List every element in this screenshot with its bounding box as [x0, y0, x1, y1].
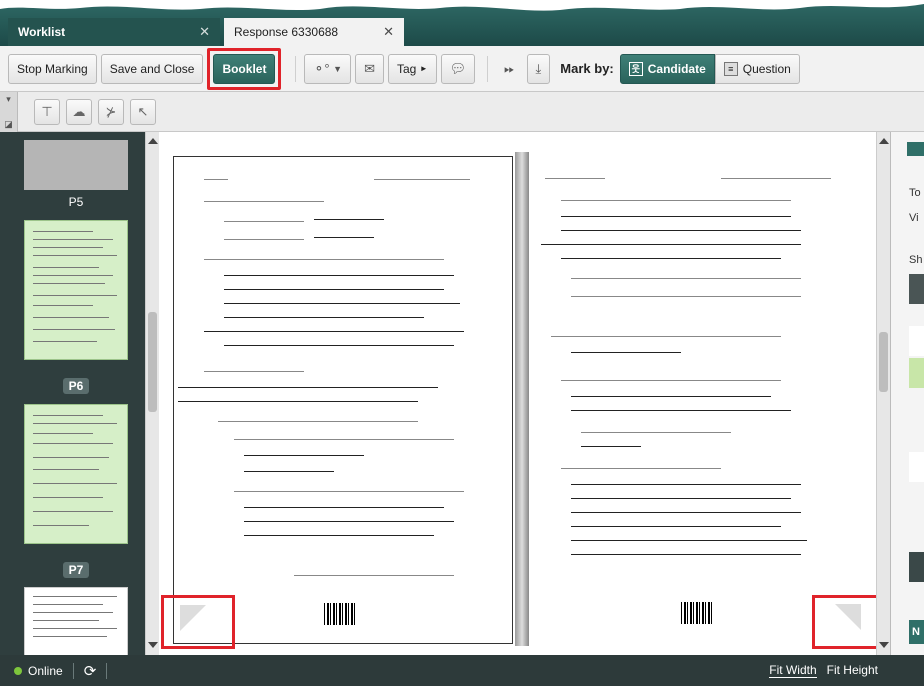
separator [487, 55, 489, 82]
fit-height-button[interactable]: Fit Height [827, 663, 878, 678]
annotation-toolbar: ▾ ◪ ⊤ ☁ ⊁ ↖ [0, 91, 924, 132]
workflow-icon: ⚬° [313, 60, 330, 76]
online-status: Online [28, 663, 63, 678]
thumbnail-label: P7 [24, 562, 128, 578]
fast-forward-icon: ⏩︎ [504, 60, 515, 76]
workflow-menu-button[interactable]: ⚬° ▼ [304, 53, 352, 84]
stop-marking-button[interactable]: Stop Marking [8, 53, 97, 84]
panel-row[interactable] [909, 452, 924, 482]
panel-row[interactable] [909, 358, 924, 388]
previous-page-highlight[interactable] [161, 595, 235, 649]
booklet-highlight: Booklet [207, 47, 282, 90]
pin-icon: ▾ [6, 93, 11, 104]
panel-row [909, 552, 924, 582]
barcode [324, 603, 356, 625]
caret-right-icon: ► [419, 64, 428, 73]
tag-button[interactable]: Tag ► [388, 53, 437, 84]
viewer-scrollbar[interactable] [876, 132, 890, 655]
expand-icon: ◪ [4, 118, 13, 129]
tab-label: Worklist [18, 25, 66, 39]
close-icon[interactable]: ✕ [383, 24, 394, 40]
booklet-viewer[interactable] [159, 132, 876, 655]
decorative-wave [0, 0, 924, 11]
tag-label: Tag [397, 61, 417, 76]
thumbnail-p8[interactable] [24, 587, 128, 655]
thumbnail-p5[interactable] [24, 140, 128, 190]
pointer-icon: ↖ [137, 103, 149, 119]
scroll-down-icon[interactable] [879, 642, 889, 648]
refresh-icon[interactable]: ⟳ [84, 662, 97, 680]
save-and-close-button[interactable]: Save and Close [100, 53, 204, 84]
thumbnail-label: P6 [24, 378, 128, 394]
next-page-highlight[interactable] [812, 595, 876, 649]
marking-panel: To Vi Sh N [890, 132, 924, 655]
fast-forward-button[interactable]: ⏩︎ [496, 54, 522, 84]
fit-width-button[interactable]: Fit Width [769, 663, 817, 678]
scroll-up-icon[interactable] [148, 138, 158, 144]
scroll-thumb[interactable] [879, 332, 888, 392]
mark-by-label: Mark by: [560, 61, 614, 76]
download-icon: ⤓ [535, 60, 542, 76]
separator [106, 662, 108, 679]
status-bar: Online ⟳ Fit Width Fit Height [0, 655, 924, 686]
envelope-icon: ✉ [364, 60, 375, 76]
tab-label: Response 6330688 [234, 25, 339, 39]
speech-bubble-icon: 💬︎ [449, 60, 467, 76]
comment-button[interactable]: 💬︎ [440, 53, 476, 84]
panel-row[interactable] [909, 326, 924, 356]
close-icon[interactable]: ✕ [199, 24, 210, 40]
online-status-icon [14, 666, 22, 675]
scroll-up-icon[interactable] [879, 138, 889, 144]
candidate-button[interactable]: 웃 Candidate [619, 53, 715, 84]
list-icon: ≡ [723, 61, 738, 76]
question-label: Question [742, 61, 791, 76]
stamp-icon: ⊤ [41, 103, 53, 119]
thumbnail-scrollbar[interactable] [145, 132, 159, 655]
thumbnail-p6[interactable] [24, 220, 128, 360]
toolbar-pin[interactable]: ▾ ◪ [0, 91, 18, 132]
message-button[interactable]: ✉ [355, 53, 384, 84]
scroll-thumb[interactable] [148, 312, 157, 412]
booklet-page-left [173, 156, 513, 644]
tab-response[interactable]: Response 6330688 ✕ [224, 18, 404, 46]
scroll-down-icon[interactable] [148, 642, 158, 648]
title-bar: Worklist ✕ Response 6330688 ✕ [0, 0, 924, 46]
tick-icon: ⊁ [105, 103, 117, 119]
candidate-label: Candidate [647, 61, 706, 76]
panel-label: Vi [909, 212, 919, 224]
panel-button[interactable]: N [909, 620, 924, 644]
panel-header [907, 142, 924, 156]
fit-controls: Fit Width Fit Height [769, 663, 878, 678]
person-icon: 웃 [628, 61, 643, 76]
booklet-spine [515, 152, 529, 646]
cloud-tool[interactable]: ☁ [66, 98, 92, 125]
separator [295, 55, 297, 82]
panel-row [909, 274, 924, 304]
thumbnail-p7[interactable] [24, 404, 128, 544]
barcode [681, 602, 713, 624]
tick-tool[interactable]: ⊁ [98, 98, 124, 125]
panel-label: Sh [909, 254, 923, 266]
pointer-tool[interactable]: ↖ [130, 98, 156, 125]
thumbnail-label: P5 [68, 195, 84, 209]
download-button[interactable]: ⤓ [526, 53, 551, 84]
thumbnail-panel: P5 P6 P7 [0, 132, 145, 655]
main-toolbar: Stop Marking Save and Close Booklet ⚬° ▼… [0, 46, 924, 92]
mark-by-toggle: 웃 Candidate ≡ Question [619, 53, 800, 84]
tab-worklist[interactable]: Worklist ✕ [8, 18, 220, 46]
question-button[interactable]: ≡ Question [714, 53, 800, 84]
booklet-button[interactable]: Booklet [213, 53, 276, 84]
stamp-tool[interactable]: ⊤ [34, 98, 60, 125]
cloud-icon: ☁ [72, 103, 86, 119]
panel-label: To [909, 187, 921, 199]
caret-down-icon: ▼ [333, 63, 343, 74]
separator [72, 662, 74, 679]
booklet-page-right [531, 156, 876, 644]
